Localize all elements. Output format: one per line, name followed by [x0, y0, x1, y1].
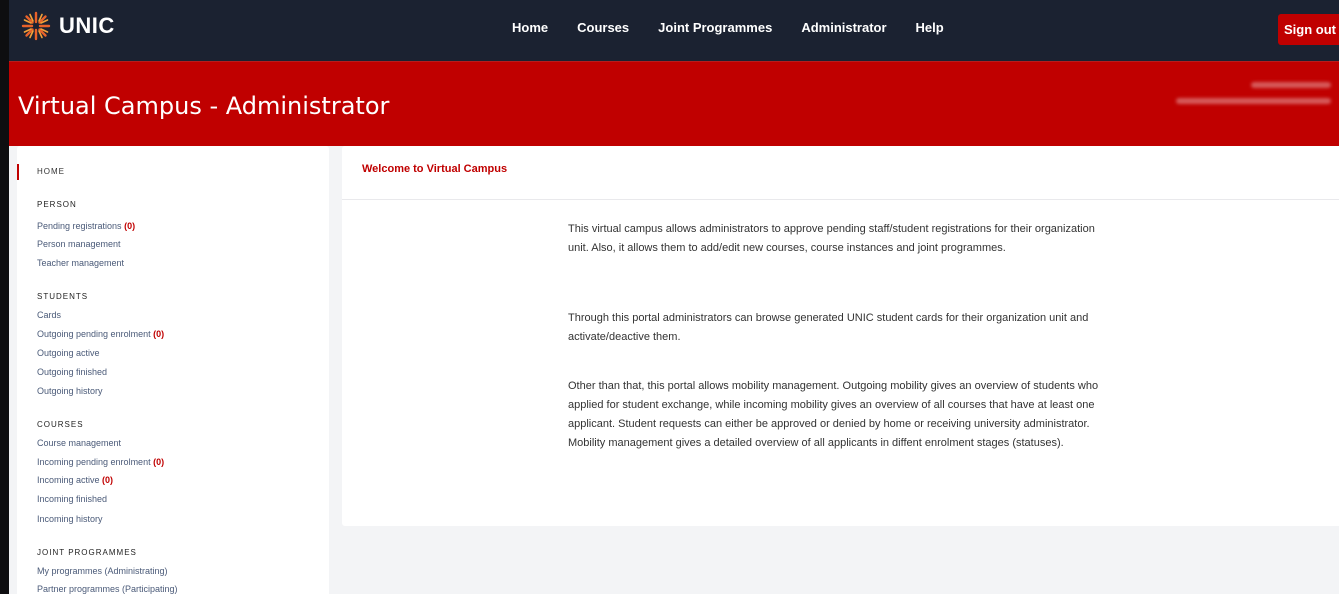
user-info-blurred	[1176, 82, 1331, 114]
nav-home[interactable]: Home	[512, 20, 548, 35]
sidebar-section-students: STUDENTS	[37, 292, 89, 301]
nav-administrator[interactable]: Administrator	[801, 20, 886, 35]
count-badge: (0)	[102, 475, 114, 485]
intro-paragraph: This virtual campus allows administrator…	[568, 223, 1095, 254]
sidebar-item-outgoing-history[interactable]: Outgoing history	[37, 386, 103, 396]
sidebar-section-courses: COURSES	[37, 420, 84, 429]
sidebar-item-outgoing-pending-enrolment[interactable]: Outgoing pending enrolment (0)	[37, 329, 164, 339]
card-header: Welcome to Virtual Campus	[342, 146, 1339, 200]
card-title: Welcome to Virtual Campus	[362, 163, 508, 175]
main-nav: Home Courses Joint Programmes Administra…	[512, 20, 973, 35]
welcome-card: Welcome to Virtual Campus This virtual c…	[342, 146, 1339, 526]
page-banner: Virtual Campus - Administrator	[9, 62, 1339, 146]
sidebar-item-incoming-history[interactable]: Incoming history	[37, 514, 103, 524]
sign-out-button[interactable]: Sign out	[1278, 14, 1339, 45]
sidebar-item-label: Outgoing pending enrolment	[37, 329, 151, 339]
sidebar-item-my-programmes[interactable]: My programmes (Administrating)	[37, 566, 168, 576]
sidebar-item-label: Incoming active	[37, 475, 100, 485]
blurred-user-unit	[1176, 98, 1331, 104]
sidebar-item-outgoing-active[interactable]: Outgoing active	[37, 348, 100, 358]
sidebar-home-label: HOME	[37, 167, 65, 176]
top-navbar: UNIC Home Courses Joint Programmes Admin…	[9, 0, 1339, 62]
count-badge: (0)	[124, 221, 136, 231]
count-badge: (0)	[153, 457, 165, 467]
sidebar-item-outgoing-finished[interactable]: Outgoing finished	[37, 367, 107, 377]
nav-joint-programmes[interactable]: Joint Programmes	[658, 20, 772, 35]
sidebar-item-home[interactable]: HOME	[17, 164, 331, 180]
nav-courses[interactable]: Courses	[577, 20, 629, 35]
cards-paragraph: Through this portal administrators can b…	[568, 312, 1089, 343]
page-title: Virtual Campus - Administrator	[18, 92, 390, 120]
sidebar-item-label: Incoming pending enrolment	[37, 457, 151, 467]
sidebar-item-person-management[interactable]: Person management	[37, 239, 121, 249]
logo-text: UNIC	[59, 13, 115, 38]
count-badge: (0)	[153, 329, 165, 339]
sidebar-item-teacher-management[interactable]: Teacher management	[37, 258, 124, 268]
sidebar-section-person: PERSON	[37, 200, 77, 209]
sidebar-item-cards[interactable]: Cards	[37, 310, 61, 320]
sidebar-item-incoming-active[interactable]: Incoming active (0)	[37, 475, 113, 485]
sidebar-item-label: Pending registrations	[37, 221, 122, 231]
mobility-paragraph: Other than that, this portal allows mobi…	[568, 380, 1099, 449]
sidebar: HOME PERSON Pending registrations (0) Pe…	[17, 146, 329, 594]
sidebar-item-incoming-finished[interactable]: Incoming finished	[37, 494, 107, 504]
sidebar-section-joint-programmes: JOINT PROGRAMMES	[37, 548, 137, 557]
unic-sunburst-logo-icon	[21, 11, 51, 41]
sidebar-item-course-management[interactable]: Course management	[37, 438, 121, 448]
left-edge-strip	[0, 0, 9, 594]
sidebar-item-pending-registrations[interactable]: Pending registrations (0)	[37, 221, 135, 231]
blurred-user-id	[1251, 82, 1331, 88]
nav-help[interactable]: Help	[916, 20, 944, 35]
sidebar-item-incoming-pending-enrolment[interactable]: Incoming pending enrolment (0)	[37, 457, 164, 467]
unic-logo[interactable]: UNIC	[21, 10, 115, 42]
sidebar-item-partner-programmes[interactable]: Partner programmes (Participating)	[37, 584, 178, 594]
